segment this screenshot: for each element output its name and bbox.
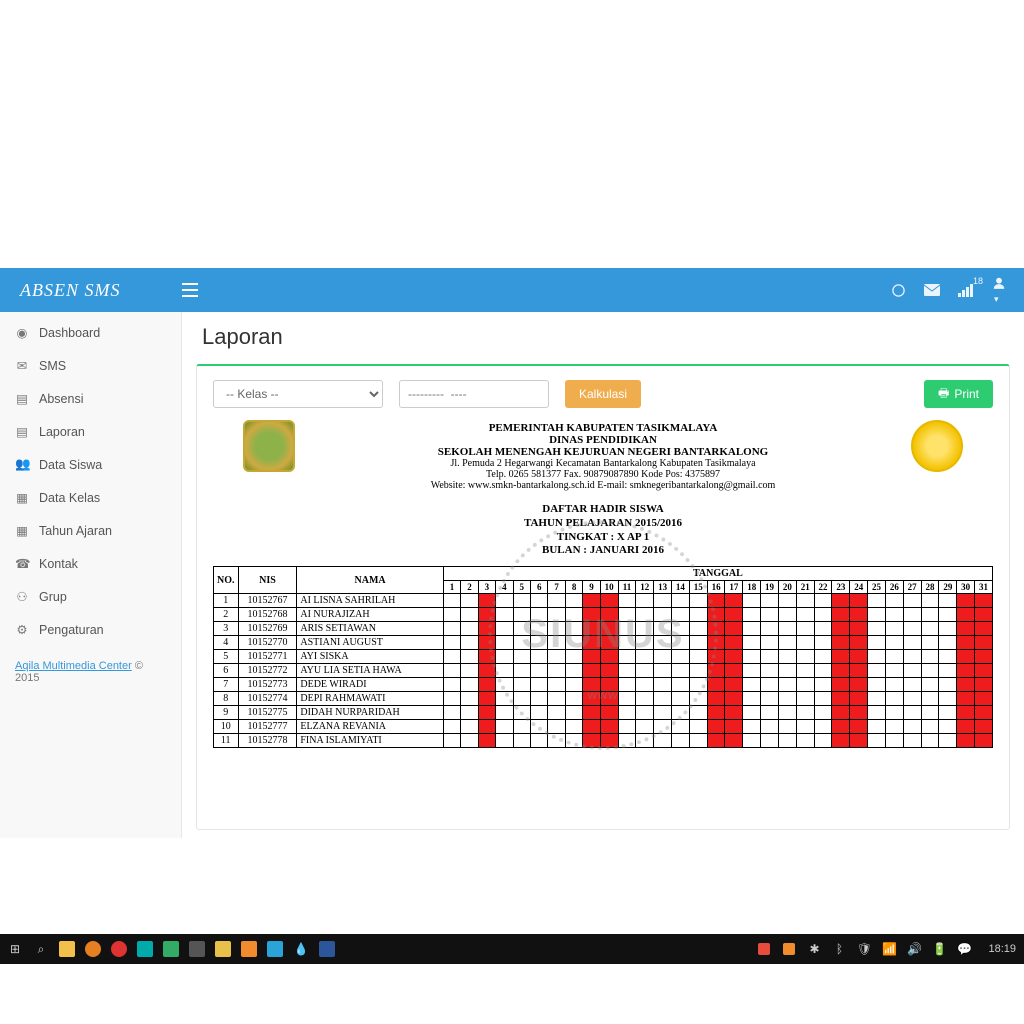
table-row: 210152768AI NURAJIZAH	[214, 608, 993, 622]
sitemap-icon: ⚇	[15, 589, 29, 604]
tray2-icon[interactable]	[780, 940, 798, 958]
gear-icon: ⚙	[15, 622, 29, 637]
phone-icon: ☎	[15, 556, 29, 571]
app2-icon[interactable]	[136, 940, 154, 958]
table-row: 1010152777ELZANA REVANIA	[214, 720, 993, 734]
print-icon: 🖶	[938, 384, 949, 405]
kelas-select[interactable]: -- Kelas --	[213, 380, 383, 408]
table-row: 610152772AYU LIA SETIA HAWA	[214, 664, 993, 678]
app3-icon[interactable]	[162, 940, 180, 958]
table-row: 1110152778FINA ISLAMIYATI	[214, 734, 993, 748]
app7-icon[interactable]: 💧	[292, 940, 310, 958]
sidebar-item-label: Absensi	[39, 392, 83, 406]
bluetooth-icon[interactable]: ᛒ	[830, 940, 848, 958]
sidebar-toggle[interactable]	[182, 283, 222, 297]
envelope-icon: ✉	[15, 358, 29, 373]
navbar: ABSEN SMS 18 ▾	[0, 268, 1024, 312]
sidebar-item-kontak[interactable]: ☎ Kontak	[0, 547, 181, 580]
clock[interactable]: 18:19	[988, 943, 1016, 955]
table-row: 410152770ASTIANI AUGUST	[214, 636, 993, 650]
book-icon: ▤	[15, 391, 29, 406]
signal-icon[interactable]: 18	[958, 283, 974, 297]
user-menu[interactable]: ▾	[992, 276, 1006, 305]
windows-taskbar[interactable]: ⊞ ⌕ 💧 ✱ ᛒ 🛡 📶 🔊 🔋 💬 18:19	[0, 934, 1024, 964]
sidebar-item-label: Kontak	[39, 557, 78, 571]
attendance-table: NO.NISNAMATANGGAL12345678910111213141516…	[213, 566, 993, 748]
brand: ABSEN SMS	[0, 280, 182, 301]
users-icon: 👥	[15, 457, 29, 472]
sidebar-item-dashboard[interactable]: ◉ Dashboard	[0, 316, 181, 349]
sidebar-item-data-siswa[interactable]: 👥 Data Siswa	[0, 448, 181, 481]
volume-icon[interactable]: 🔊	[905, 940, 923, 958]
table-row: 710152773DEDE WIRADI	[214, 678, 993, 692]
sidebar-item-data-kelas[interactable]: ▦ Data Kelas	[0, 481, 181, 514]
book-icon: ▤	[15, 424, 29, 439]
sidebar-item-label: Dashboard	[39, 326, 100, 340]
dashboard-icon: ◉	[15, 325, 29, 340]
envelope-icon[interactable]	[924, 284, 940, 296]
word-icon[interactable]	[318, 940, 336, 958]
tray3-icon[interactable]: ✱	[805, 940, 823, 958]
sidebar-item-label: Tahun Ajaran	[39, 524, 112, 538]
report: PEMERINTAH KABUPATEN TASIKMALAYA DINAS P…	[213, 418, 993, 748]
sidebar-item-label: Pengaturan	[39, 623, 104, 637]
app4-icon[interactable]	[188, 940, 206, 958]
opera-icon[interactable]	[110, 940, 128, 958]
sidebar-item-label: SMS	[39, 359, 66, 373]
table-row: 110152767AI LISNA SAHRILAH	[214, 594, 993, 608]
app5-icon[interactable]	[214, 940, 232, 958]
battery-icon[interactable]: 🔋	[930, 940, 948, 958]
tray1-icon[interactable]	[755, 940, 773, 958]
school-logo	[911, 420, 963, 472]
action-icon[interactable]: 💬	[955, 940, 973, 958]
sidebar-item-tahun-ajaran[interactable]: ▦ Tahun Ajaran	[0, 514, 181, 547]
app6-icon[interactable]	[266, 940, 284, 958]
table-row: 510152771AYI SISKA	[214, 650, 993, 664]
sidebar-item-label: Laporan	[39, 425, 85, 439]
sidebar-item-label: Data Siswa	[39, 458, 102, 472]
sidebar-item-pengaturan[interactable]: ⚙ Pengaturan	[0, 613, 181, 646]
table-row: 810152774DEPI RAHMAWATI	[214, 692, 993, 706]
sidebar-item-label: Data Kelas	[39, 491, 100, 505]
explorer-icon[interactable]	[58, 940, 76, 958]
network-icon[interactable]: 📶	[880, 940, 898, 958]
district-logo	[243, 420, 295, 472]
sidebar-item-laporan[interactable]: ▤ Laporan	[0, 415, 181, 448]
refresh-icon[interactable]	[891, 283, 906, 298]
table-row: 910152775DIDAH NURPARIDAH	[214, 706, 993, 720]
app-icon[interactable]	[84, 940, 102, 958]
security-icon[interactable]: 🛡	[855, 940, 873, 958]
sidebar: ◉ Dashboard ✉ SMS ▤ Absensi ▤ Laporan 👥 Data Sisw…	[0, 312, 182, 838]
sidebar-item-grup[interactable]: ⚇ Grup	[0, 580, 181, 613]
calendar-icon: ▦	[15, 523, 29, 538]
xampp-icon[interactable]	[240, 940, 258, 958]
sidebar-footer: Aqila Multimedia Center © 2015	[0, 646, 181, 698]
print-button[interactable]: 🖶 Print	[924, 380, 993, 408]
search-icon[interactable]: ⌕	[32, 940, 50, 958]
table-row: 310152769ARIS SETIAWAN	[214, 622, 993, 636]
page-title: Laporan	[182, 312, 1024, 356]
start-icon[interactable]: ⊞	[6, 940, 24, 958]
sidebar-item-sms[interactable]: ✉ SMS	[0, 349, 181, 382]
signal-badge: 18	[973, 276, 983, 286]
list-icon: ▦	[15, 490, 29, 505]
report-panel: -- Kelas -- Kalkulasi 🖶 Print	[196, 364, 1010, 830]
date-input[interactable]	[399, 380, 549, 408]
sidebar-item-absensi[interactable]: ▤ Absensi	[0, 382, 181, 415]
sidebar-item-label: Grup	[39, 590, 67, 604]
footer-link[interactable]: Aqila Multimedia Center	[15, 660, 132, 672]
kalkulasi-button[interactable]: Kalkulasi	[565, 380, 641, 408]
